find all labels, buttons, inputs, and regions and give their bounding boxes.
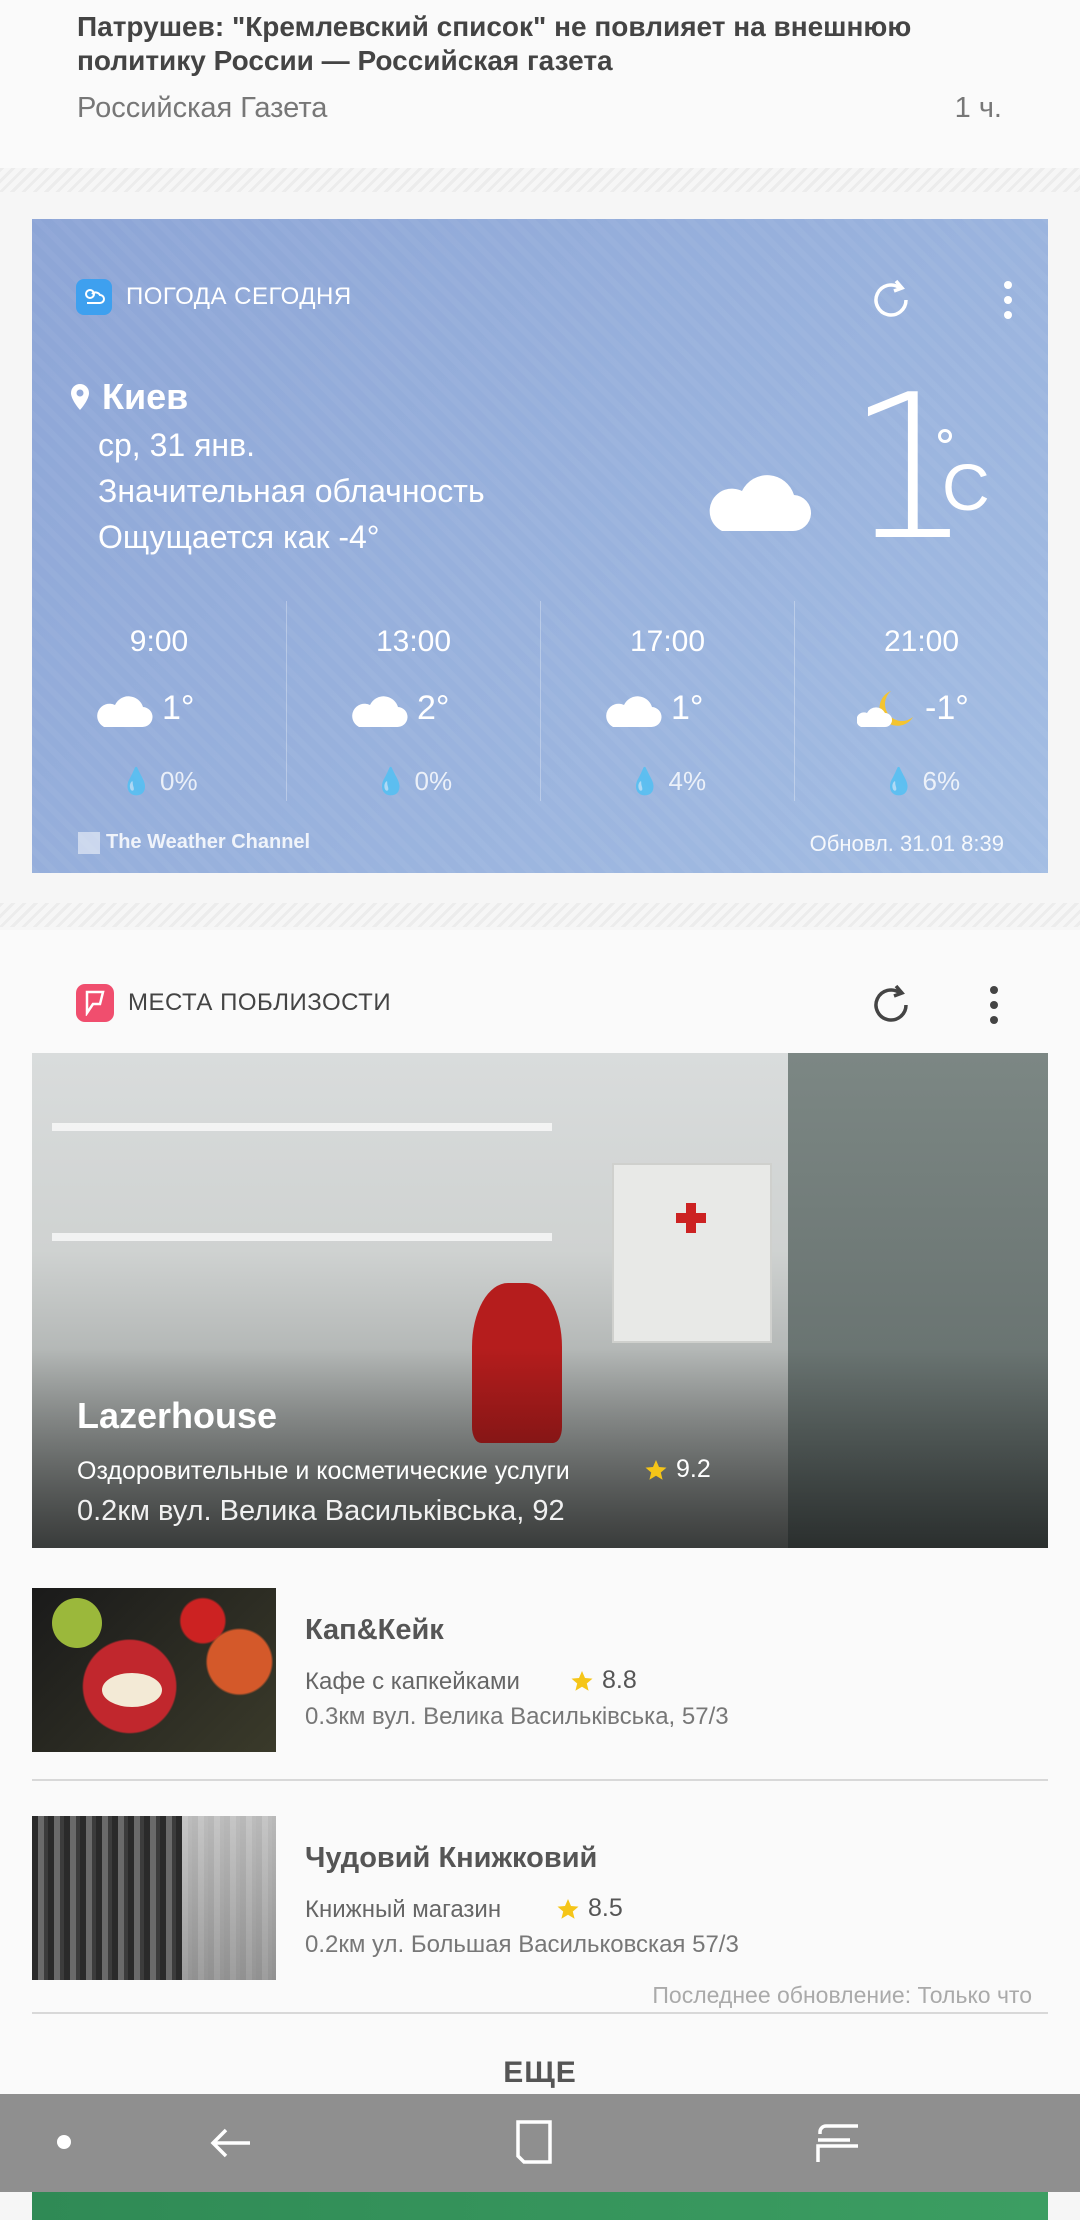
list-separator: [32, 1779, 1048, 1781]
place-category: Книжный магазин: [305, 1896, 502, 1923]
place-list-item[interactable]: Чудовий Книжковий Книжный магазин 8.5 0.…: [32, 1816, 1048, 1980]
refresh-icon[interactable]: [866, 275, 916, 325]
more-options-icon[interactable]: [998, 275, 1018, 325]
news-source: Российская Газета: [77, 92, 328, 124]
weather-date: ср, 31 янв.: [98, 427, 255, 463]
place-name: Чудовий Книжковий: [305, 1842, 598, 1874]
city-name: Киев: [102, 376, 189, 417]
news-time: 1 ч.: [954, 92, 1002, 124]
places-header-label: МЕСТА ПОБЛИЗОСТИ: [128, 989, 392, 1016]
cloud-icon: [606, 696, 662, 728]
hour-time: 21:00: [883, 625, 960, 658]
place-address: 0.2км вул. Велика Васильківська, 92: [77, 1495, 565, 1527]
card-divider: [0, 903, 1080, 927]
hour-forecast: 21:00 -1° 💧 6%: [794, 601, 1048, 801]
place-rating-value: 9.2: [676, 1455, 711, 1483]
photo-shelf: [52, 1233, 552, 1241]
place-rating-value: 8.8: [602, 1666, 637, 1694]
navigation-bar: [0, 2094, 1080, 2192]
weather-app-icon: [76, 279, 112, 315]
last-update: Последнее обновление: Только что: [652, 1982, 1032, 2008]
hour-temp: 1°: [671, 689, 704, 727]
place-rating: 8.8: [570, 1666, 637, 1695]
cloud-icon: [352, 696, 408, 728]
place-rating: 8.5: [556, 1894, 623, 1923]
hourly-forecast: 9:00 1° 💧 0% 13:00 2° 💧 0% 17:00 1° 💧 4%…: [32, 601, 1048, 801]
hour-temp: 1°: [162, 689, 195, 727]
photo-cup: [52, 1598, 102, 1648]
weather-header-label: ПОГОДА СЕГОДНЯ: [126, 283, 352, 310]
next-card-peek: [32, 2192, 1048, 2220]
weather-source[interactable]: The Weather Channel: [78, 831, 310, 854]
back-icon[interactable]: [208, 2120, 254, 2166]
recent-apps-icon[interactable]: [814, 2118, 862, 2166]
photo-shelf: [52, 1123, 552, 1131]
list-separator: [32, 2012, 1048, 2014]
hour-time: 17:00: [629, 625, 706, 658]
more-button[interactable]: ЕЩЕ: [0, 2056, 1080, 2090]
photo-light: [182, 1816, 276, 1980]
hour-time: 9:00: [129, 625, 189, 658]
hour-forecast: 13:00 2° 💧 0%: [286, 601, 540, 801]
place-address: 0.2км ул. Большая Васильковская 57/3: [305, 1931, 739, 1958]
hour-precip: 💧 0%: [374, 766, 453, 796]
place-list-item[interactable]: Кап&Кейк Кафе с капкейками 8.8 0.3км вул…: [32, 1588, 1048, 1752]
nav-dot-icon[interactable]: [57, 2135, 71, 2149]
weather-source-label: The Weather Channel: [106, 831, 311, 853]
place-name: Кап&Кейк: [305, 1614, 444, 1646]
star-icon: [645, 1459, 667, 1480]
place-photo: [32, 1816, 276, 1980]
featured-place[interactable]: Lazerhouse Оздоровительные и косметическ…: [32, 1053, 1048, 1548]
moon-cloud-icon: [857, 691, 913, 727]
more-options-icon[interactable]: [984, 980, 1004, 1030]
hour-precip: 💧 4%: [628, 766, 707, 796]
refresh-icon[interactable]: [866, 980, 916, 1030]
foursquare-icon: [76, 984, 114, 1022]
hour-forecast: 17:00 1° 💧 4%: [540, 601, 794, 801]
location-row: Киев: [68, 376, 188, 418]
place-rating: 9.2: [644, 1455, 711, 1484]
photo-cabinet: [612, 1163, 772, 1343]
weather-condition: Значительная облачность: [98, 473, 485, 509]
place-address: 0.3км вул. Велика Васильківська, 57/3: [305, 1703, 729, 1730]
hour-precip: 💧 0%: [120, 766, 198, 796]
cloud-icon: [709, 475, 812, 532]
temperature-unit: C: [942, 450, 990, 524]
red-cross: [676, 1213, 706, 1223]
place-photo: [32, 1588, 276, 1752]
degree-symbol: [938, 429, 952, 443]
hour-precip: 💧 6%: [882, 766, 961, 796]
hour-time: 13:00: [375, 625, 452, 658]
star-icon: [571, 1670, 593, 1691]
weather-card[interactable]: ПОГОДА СЕГОДНЯ Киев ср, 31 янв. Значител…: [32, 219, 1048, 873]
weather-channel-logo: [78, 831, 100, 854]
hour-temp: -1°: [925, 689, 969, 727]
star-icon: [557, 1898, 579, 1919]
place-name: Lazerhouse: [77, 1395, 278, 1436]
weather-header: ПОГОДА СЕГОДНЯ: [76, 279, 352, 315]
photo-marshmallow: [102, 1673, 162, 1707]
hour-temp: 2°: [417, 689, 450, 727]
home-icon[interactable]: [510, 2118, 558, 2166]
places-card: МЕСТА ПОБЛИЗОСТИ Lazerhouse Оздоровитель…: [0, 930, 1080, 2094]
card-divider: [0, 168, 1080, 192]
place-category: Кафе с капкейками: [305, 1668, 520, 1695]
news-card[interactable]: Патрушев: "Кремлевский список" не повлия…: [0, 0, 1080, 168]
place-rating-value: 8.5: [588, 1894, 623, 1922]
cloud-icon: [97, 696, 153, 728]
places-header: МЕСТА ПОБЛИЗОСТИ: [76, 984, 391, 1022]
news-title[interactable]: Патрушев: "Кремлевский список" не повлия…: [77, 10, 977, 78]
weather-updated: Обновл. 31.01 8:39: [809, 831, 1004, 856]
location-pin-icon: [71, 384, 89, 410]
feels-like: Ощущается как -4°: [98, 519, 380, 555]
hour-forecast: 9:00 1° 💧 0%: [32, 601, 286, 801]
place-category: Оздоровительные и косметические услуги: [77, 1457, 570, 1485]
